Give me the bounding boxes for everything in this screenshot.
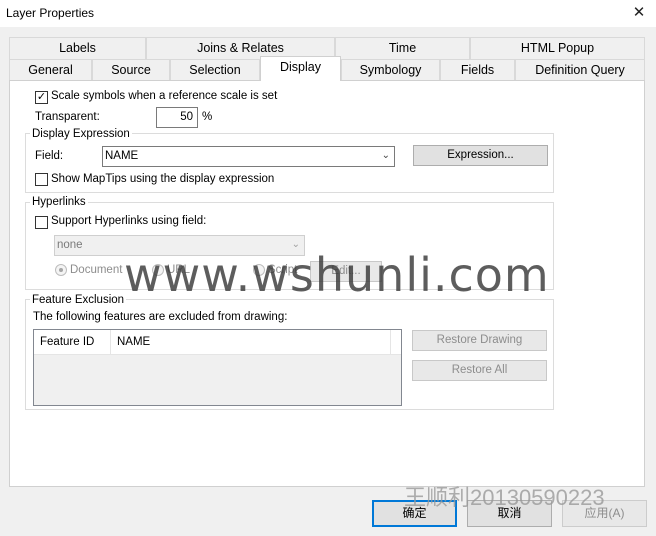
list-header: Feature ID NAME: [34, 330, 401, 355]
transparent-input[interactable]: 50: [156, 107, 198, 128]
field-label: Field:: [35, 150, 64, 162]
display-field-value: NAME: [105, 150, 139, 162]
expression-button[interactable]: Expression...: [413, 145, 548, 166]
watermark-author: 王顺利20130590223: [404, 485, 605, 510]
scale-symbols-checkbox[interactable]: ✓: [35, 91, 48, 104]
tab-symbology[interactable]: Symbology: [341, 59, 440, 81]
feature-exclusion-title: Feature Exclusion: [30, 294, 127, 306]
maptips-checkbox[interactable]: [35, 173, 48, 186]
tab-label: Time: [388, 41, 417, 55]
radio-document[interactable]: [55, 264, 67, 276]
transparent-unit: %: [202, 111, 213, 123]
tab-selection[interactable]: Selection: [170, 59, 260, 81]
tab-label: Joins & Relates: [197, 41, 284, 55]
hyperlinks-title: Hyperlinks: [30, 196, 88, 208]
column-header-name[interactable]: NAME: [111, 330, 391, 355]
title-bar: Layer Properties ✕: [0, 0, 656, 27]
display-field-select[interactable]: NAME ⌄: [102, 146, 395, 167]
tab-label: Source: [111, 63, 151, 77]
maptips-label: Show MapTips using the display expressio…: [51, 173, 275, 185]
tab-source[interactable]: Source: [92, 59, 170, 81]
feature-exclusion-description: The following features are excluded from…: [33, 311, 288, 323]
chevron-down-icon: ⌄: [381, 150, 390, 161]
column-header-feature-id[interactable]: Feature ID: [34, 330, 111, 355]
tab-html-popup[interactable]: HTML Popup: [470, 37, 645, 59]
tab-labels[interactable]: Labels: [9, 37, 146, 59]
watermark-text: www.wshunli.com: [124, 248, 550, 302]
tab-label: General: [28, 63, 73, 77]
support-hyperlinks-label: Support Hyperlinks using field:: [51, 215, 207, 227]
tab-label: Definition Query: [535, 63, 625, 77]
window-title: Layer Properties: [6, 6, 95, 20]
tab-label: HTML Popup: [520, 41, 595, 55]
tab-label: Labels: [59, 41, 96, 55]
tab-label: Display: [280, 60, 321, 74]
radio-document-label: Document: [70, 264, 123, 276]
tab-label: Fields: [460, 63, 495, 77]
transparent-label: Transparent:: [35, 111, 100, 123]
restore-all-button[interactable]: Restore All: [412, 360, 547, 381]
scale-symbols-label: Scale symbols when a reference scale is …: [51, 90, 278, 102]
tab-label: Symbology: [359, 63, 422, 77]
display-expression-title: Display Expression: [30, 128, 132, 140]
close-icon[interactable]: ✕: [630, 4, 648, 22]
tab-time[interactable]: Time: [335, 37, 470, 59]
tab-label: Selection: [189, 63, 241, 77]
support-hyperlinks-checkbox[interactable]: [35, 216, 48, 229]
tab-display[interactable]: Display: [260, 56, 341, 81]
excluded-features-list[interactable]: Feature ID NAME: [33, 329, 402, 406]
tab-general[interactable]: General: [9, 59, 92, 81]
restore-drawing-button[interactable]: Restore Drawing: [412, 330, 547, 351]
hyperlink-field-value: none: [57, 239, 83, 251]
tab-fields[interactable]: Fields: [440, 59, 515, 81]
tab-definition-query[interactable]: Definition Query: [515, 59, 645, 81]
